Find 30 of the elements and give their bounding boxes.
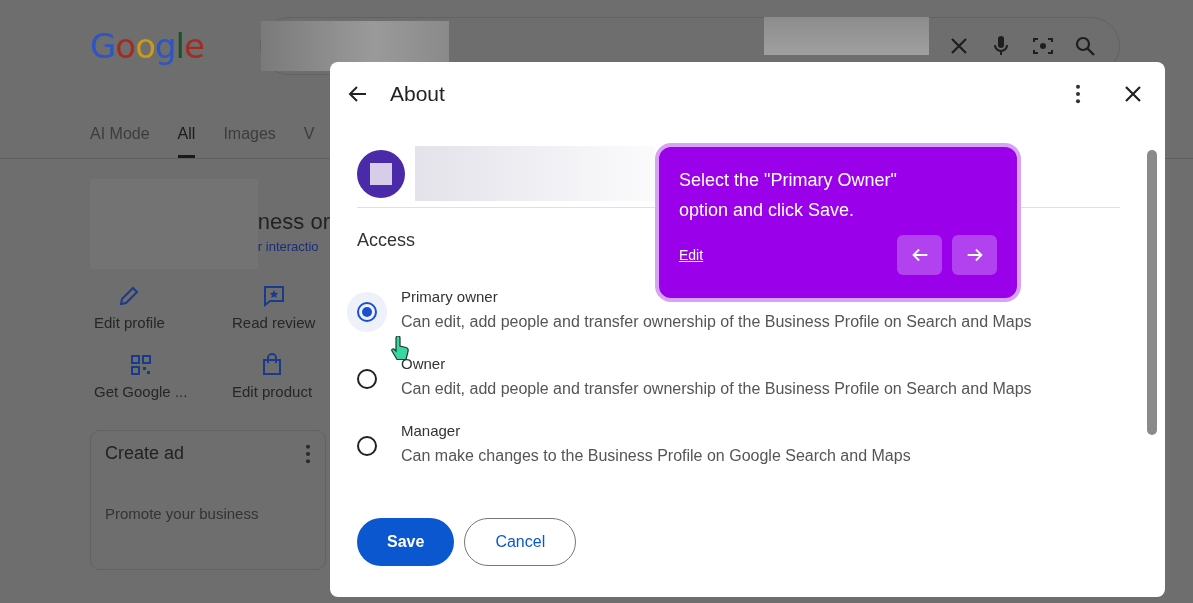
action-label[interactable]: Read review: [232, 314, 316, 331]
tooltip-text: Select the "Primary Owner" option and click Save.: [679, 169, 898, 222]
save-button[interactable]: Save: [357, 518, 455, 566]
next-button[interactable]: [952, 235, 997, 275]
link-text[interactable]: r interactio: [257, 239, 330, 254]
option-description: Can edit, add people and transfer ownership of the Business Profile on Search and Maps: [401, 380, 1032, 398]
dialog-title: About: [390, 82, 445, 106]
action-label[interactable]: Edit product: [232, 383, 313, 400]
option-label: Primary owner: [401, 288, 499, 305]
option-description: Can edit, add people and transfer ownership of the Business Profile on Search and Maps: [401, 313, 1032, 331]
cancel-button[interactable]: Cancel: [464, 518, 577, 566]
option-description: Can make changes to the Business Profile on Google Search and Maps: [401, 447, 911, 465]
radio-button[interactable]: [347, 292, 387, 332]
option-label: Owner: [401, 355, 447, 372]
section-title: Access: [357, 230, 417, 251]
more-icon[interactable]: [1075, 83, 1081, 105]
bag-icon[interactable]: [260, 353, 284, 377]
google-logo[interactable]: Google: [90, 26, 204, 66]
edit-link[interactable]: Edit: [679, 247, 704, 263]
qr-code-icon[interactable]: [128, 353, 153, 377]
previous-button[interactable]: [897, 235, 942, 275]
action-label[interactable]: Get Google ...: [94, 383, 188, 400]
avatar-icon: [357, 149, 405, 198]
option-label: Manager: [401, 422, 462, 439]
card-text: Promote your business: [105, 505, 260, 522]
search-tab[interactable]: All: [177, 125, 196, 158]
card-title: Create ad: [105, 443, 185, 465]
action-label[interactable]: Edit profile: [94, 314, 165, 331]
heading-text: ness or: [257, 209, 330, 235]
review-icon[interactable]: [261, 284, 286, 308]
